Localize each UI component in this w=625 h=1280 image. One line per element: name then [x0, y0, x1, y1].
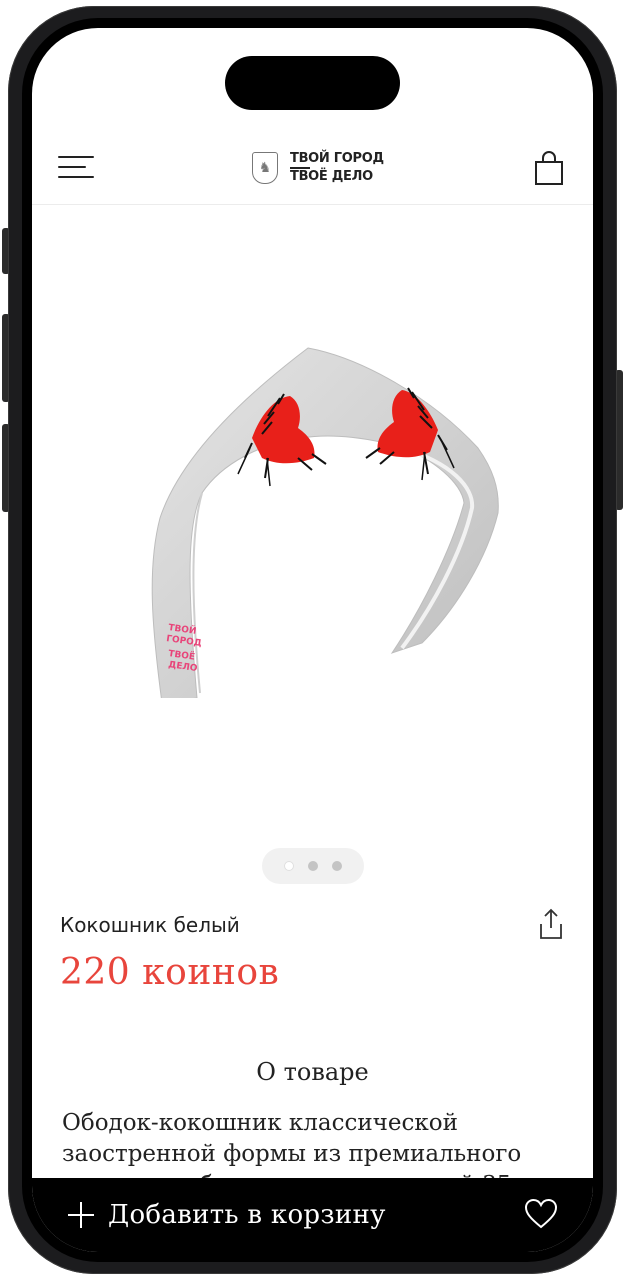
carousel-indicator	[262, 848, 364, 884]
about-heading: О товаре	[256, 1058, 369, 1086]
heart-icon[interactable]	[524, 1198, 558, 1230]
product-title: Кокошник белый	[60, 913, 240, 937]
add-to-cart-label: Добавить в корзину	[108, 1200, 386, 1230]
add-to-cart-button[interactable]: Добавить в корзину	[68, 1178, 386, 1252]
share-icon[interactable]	[538, 908, 564, 940]
dynamic-island	[225, 56, 400, 110]
carousel-dot-3[interactable]	[332, 861, 342, 871]
moscow-crest-icon: ♞	[252, 152, 278, 184]
logo-line-2: ТВОЁ ДЕЛО	[290, 168, 373, 184]
carousel-dot-1[interactable]	[284, 861, 294, 871]
phone-frame: ♞ ТВОЙ ГОРОД ТВОЁ ДЕЛО ТВОЙ ГОРОД ТВОЁ Д…	[8, 6, 617, 1274]
plus-icon	[68, 1202, 94, 1228]
product-image[interactable]: ТВОЙ ГОРОД ТВОЁ ДЕЛО	[102, 298, 522, 698]
hamburger-menu-icon[interactable]	[58, 154, 94, 180]
brand-logo[interactable]: ♞ ТВОЙ ГОРОД ТВОЁ ДЕЛО	[252, 148, 384, 188]
app-screen: ♞ ТВОЙ ГОРОД ТВОЁ ДЕЛО ТВОЙ ГОРОД ТВОЁ Д…	[32, 28, 593, 1252]
carousel-dot-2[interactable]	[308, 861, 318, 871]
shopping-bag-icon[interactable]	[534, 150, 564, 186]
product-price: 220 коинов	[60, 952, 280, 993]
logo-line-1: ТВОЙ ГОРОД	[290, 151, 384, 167]
logo-text: ТВОЙ ГОРОД ТВОЁ ДЕЛО	[290, 151, 384, 185]
bottom-action-bar: Добавить в корзину	[32, 1178, 593, 1252]
phone-bezel: ♞ ТВОЙ ГОРОД ТВОЁ ДЕЛО ТВОЙ ГОРОД ТВОЁ Д…	[22, 18, 603, 1262]
app-header: ♞ ТВОЙ ГОРОД ТВОЁ ДЕЛО	[32, 132, 593, 205]
